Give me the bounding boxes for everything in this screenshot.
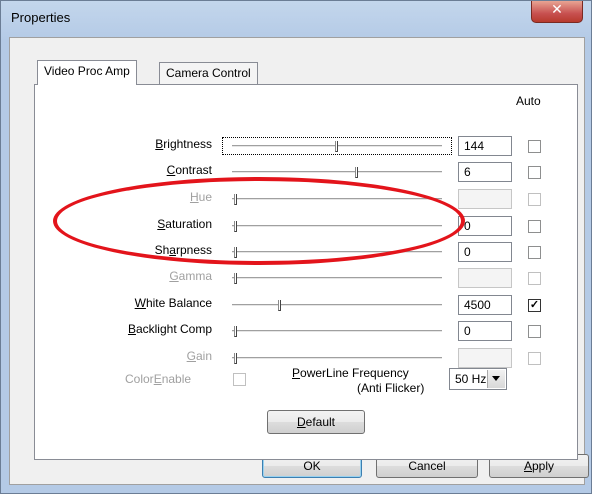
- white-balance-slider-thumb[interactable]: [278, 300, 281, 311]
- red-highlight-ellipse: [53, 177, 465, 265]
- brightness-label: Brightness: [155, 137, 212, 151]
- window-title: Properties: [11, 10, 71, 25]
- backlight-comp-slider-thumb[interactable]: [234, 326, 237, 337]
- title-bar[interactable]: Properties ✕: [1, 1, 591, 35]
- gain-label: Gain: [186, 349, 212, 363]
- tab-label: Camera Control: [166, 66, 251, 80]
- backlight-comp-slider-track[interactable]: [232, 330, 442, 333]
- gamma-auto-checkbox: [528, 272, 541, 285]
- powerline-frequency-select[interactable]: 50 Hz: [449, 368, 507, 390]
- backlight-comp-value-field[interactable]: 0: [458, 321, 512, 341]
- contrast-value-field[interactable]: 6: [458, 162, 512, 182]
- gain-value-field: [458, 348, 512, 368]
- powerline-frequency-label: PowerLine Frequency: [292, 366, 409, 380]
- tab-camera-control[interactable]: Camera Control: [159, 62, 258, 84]
- brightness-slider-thumb[interactable]: [335, 141, 338, 152]
- checkmark-icon: ✓: [529, 299, 540, 311]
- colorenable-label: ColorEnable: [125, 372, 192, 386]
- close-icon: ✕: [551, 2, 563, 18]
- white-balance-label: White Balance: [134, 296, 212, 310]
- saturation-auto-checkbox[interactable]: [528, 220, 541, 233]
- white-balance-auto-checkbox[interactable]: ✓: [528, 299, 541, 312]
- backlight-comp-label: Backlight Comp: [127, 322, 212, 336]
- contrast-slider-track[interactable]: [232, 171, 442, 174]
- sharpness-auto-checkbox[interactable]: [528, 246, 541, 259]
- backlight-comp-auto-checkbox[interactable]: [528, 325, 541, 338]
- gamma-slider-thumb: [234, 273, 237, 284]
- tab-label: Video Proc Amp: [44, 64, 130, 78]
- contrast-label: Contrast: [166, 163, 212, 177]
- contrast-auto-checkbox[interactable]: [528, 166, 541, 179]
- anti-flicker-label: (Anti Flicker): [357, 381, 425, 395]
- gain-slider-thumb: [234, 353, 237, 364]
- powerline-frequency-value: 50 Hz: [455, 372, 487, 386]
- video-proc-amp-panel: Auto Brightness 144 Contrast 6 Hue Saturation…: [34, 84, 578, 460]
- sharpness-value-field[interactable]: 0: [458, 242, 512, 262]
- default-button[interactable]: Default: [267, 410, 365, 434]
- chevron-down-icon: [492, 376, 500, 381]
- colorenable-checkbox[interactable]: [233, 373, 246, 386]
- gain-slider-track: [232, 357, 442, 360]
- close-button[interactable]: ✕: [531, 1, 583, 23]
- white-balance-value-field[interactable]: 4500: [458, 295, 512, 315]
- hue-value-field: [458, 189, 512, 209]
- contrast-slider-thumb[interactable]: [355, 167, 358, 178]
- gain-auto-checkbox: [528, 352, 541, 365]
- auto-column-header: Auto: [516, 94, 541, 108]
- saturation-value-field[interactable]: 0: [458, 216, 512, 236]
- brightness-value-field[interactable]: 144: [458, 136, 512, 156]
- tab-video-proc-amp[interactable]: Video Proc Amp: [37, 60, 137, 85]
- dropdown-arrow[interactable]: [487, 370, 505, 388]
- gamma-slider-track: [232, 277, 442, 280]
- gamma-label: Gamma: [169, 269, 212, 283]
- gamma-value-field: [458, 268, 512, 288]
- white-balance-slider-track[interactable]: [232, 304, 442, 307]
- hue-auto-checkbox: [528, 193, 541, 206]
- brightness-auto-checkbox[interactable]: [528, 140, 541, 153]
